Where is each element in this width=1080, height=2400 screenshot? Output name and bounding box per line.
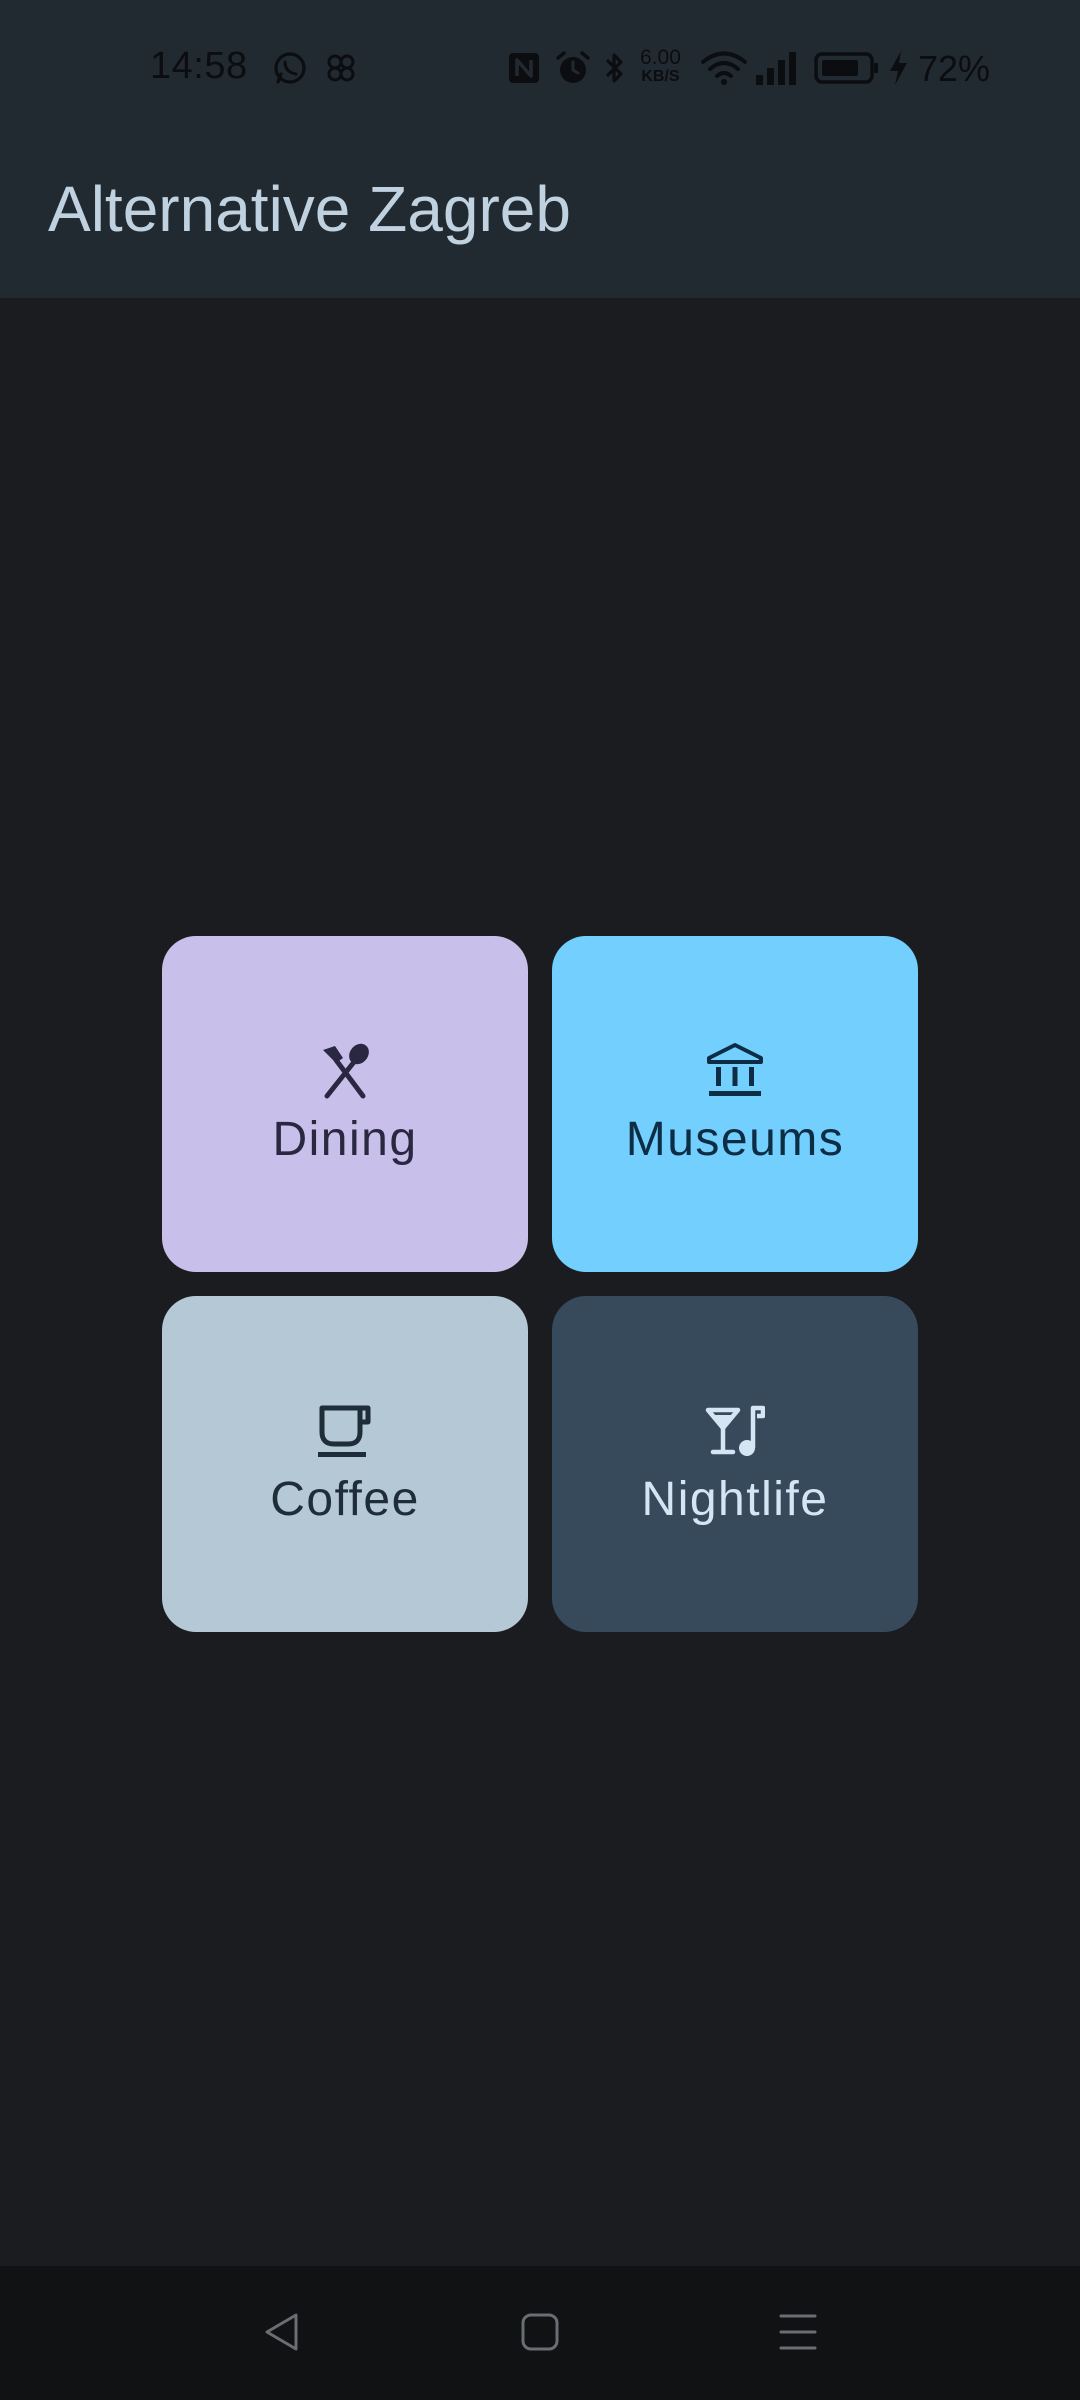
- page-title: Alternative Zagreb: [48, 173, 571, 245]
- charging-icon: [886, 48, 910, 88]
- category-tile-museums[interactable]: Museums: [552, 936, 918, 1272]
- alarm-icon: [554, 48, 592, 88]
- nightlife-icon: [705, 1405, 765, 1456]
- nfc-icon: [506, 48, 542, 88]
- back-icon[interactable]: [250, 2300, 314, 2364]
- category-tile-coffee[interactable]: Coffee: [162, 1296, 528, 1632]
- dining-icon: [323, 1043, 369, 1098]
- pinwheel-icon: [322, 48, 360, 88]
- category-tile-dining[interactable]: Dining: [162, 936, 528, 1272]
- home-icon[interactable]: [508, 2300, 572, 2364]
- category-label: Nightlife: [641, 1472, 829, 1526]
- network-speed: 6.00 KB/S: [640, 47, 681, 86]
- category-label: Coffee: [270, 1472, 420, 1526]
- wifi-icon: [700, 48, 748, 88]
- category-label: Dining: [272, 1112, 418, 1166]
- network-speed-unit: KB/S: [641, 68, 680, 85]
- whatsapp-icon: [272, 48, 308, 88]
- menu-icon[interactable]: [766, 2300, 830, 2364]
- coffee-icon: [318, 1405, 371, 1457]
- museum-icon: [707, 1042, 763, 1096]
- signal-icon: [754, 48, 800, 88]
- network-speed-value: 6.00: [640, 46, 681, 69]
- category-tile-nightlife[interactable]: Nightlife: [552, 1296, 918, 1632]
- category-label: Museums: [625, 1112, 845, 1166]
- status-time: 14:58: [150, 45, 248, 87]
- status-bar: 14:58 6.00 KB/S 72%: [0, 0, 1080, 140]
- battery-icon: [814, 48, 880, 88]
- bluetooth-icon: [602, 48, 628, 88]
- battery-percent: 72%: [917, 48, 990, 89]
